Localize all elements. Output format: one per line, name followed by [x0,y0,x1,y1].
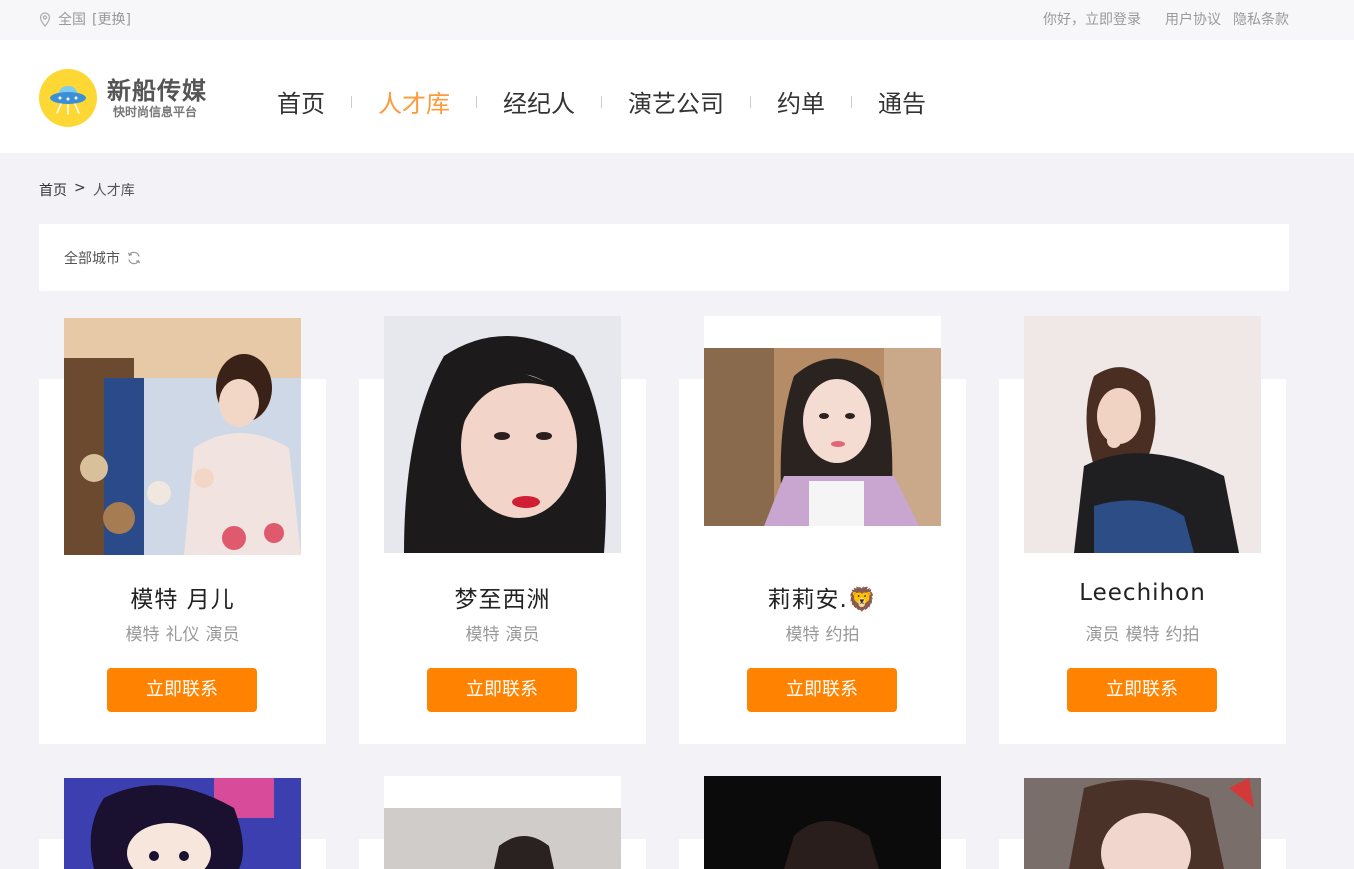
location-text: 全国 [58,12,86,28]
nav-divider [476,95,477,108]
talent-name[interactable]: 模特 月儿 [39,580,326,614]
contact-button[interactable]: 立即联系 [107,668,257,712]
talent-photo[interactable] [384,776,621,869]
talent-tag: 模特 [1125,625,1160,645]
talent-photo[interactable] [704,316,941,553]
talent-tag: 模特 [785,625,820,645]
main-nav: 首页 人才库 经纪人 演艺公司 约单 通告 [277,84,926,119]
talent-tags: 模特 约拍 [679,620,966,645]
contact-button[interactable]: 立即联系 [427,668,577,712]
talent-tag: 演员 [205,625,240,645]
main-header: 新船传媒 快时尚信息平台 首页 人才库 经纪人 演艺公司 约单 通告 [0,40,1354,153]
logo-slogan: 快时尚信息平台 [113,105,198,119]
talent-photo[interactable] [64,318,301,555]
talent-tag: 演员 [505,625,540,645]
talent-tags: 演员 模特 约拍 [999,620,1286,645]
talent-photo[interactable] [704,776,941,869]
talent-name[interactable]: 梦至西洲 [359,580,646,614]
nav-divider [750,95,751,108]
location-pin-icon [39,11,51,27]
nav-company[interactable]: 演艺公司 [628,84,724,119]
contact-button[interactable]: 立即联系 [1067,668,1217,712]
ufo-logo-icon [39,69,97,127]
contact-button[interactable]: 立即联系 [747,668,897,712]
talent-photo[interactable] [64,778,301,869]
talent-photo[interactable] [1024,778,1261,869]
breadcrumb: 首页 > 人才库 [39,180,135,200]
nav-divider [351,95,352,108]
change-location-link[interactable]: [更换] [92,9,131,29]
breadcrumb-current: 人才库 [92,183,135,199]
talent-name[interactable]: 莉莉安.🦁 [679,580,966,614]
talent-tag: 演员 [1085,625,1120,645]
breadcrumb-home[interactable]: 首页 [39,180,67,200]
nav-talent[interactable]: 人才库 [378,84,450,119]
nav-divider [601,95,602,108]
talent-tags: 模特 演员 [359,620,646,645]
nav-notices[interactable]: 通告 [878,84,926,119]
talent-photo[interactable] [384,316,621,553]
refresh-icon[interactable] [126,250,142,266]
breadcrumb-separator: > [74,180,86,196]
site-logo[interactable]: 新船传媒 快时尚信息平台 [39,69,207,127]
login-link[interactable]: 你好，立即登录 [1043,9,1141,29]
talent-tags: 模特 礼仪 演员 [39,620,326,645]
talent-tag: 约拍 [825,625,860,645]
all-cities-filter[interactable]: 全部城市 [64,248,142,268]
city-filter-bar: 全部城市 [39,224,1289,291]
all-cities-label: 全部城市 [64,251,120,267]
talent-photo[interactable] [1024,316,1261,553]
privacy-link[interactable]: 隐私条款 [1233,9,1289,29]
nav-orders[interactable]: 约单 [777,84,825,119]
talent-tag: 模特 [465,625,500,645]
top-bar: 全国 [更换] 你好，立即登录 用户协议 隐私条款 [0,0,1354,40]
nav-home[interactable]: 首页 [277,84,325,119]
nav-divider [851,95,852,108]
talent-tag: 模特 [125,625,160,645]
talent-tag: 约拍 [1165,625,1200,645]
talent-name[interactable]: Leechihon [999,580,1286,606]
logo-name: 新船传媒 [107,77,207,105]
talent-tag: 礼仪 [165,625,200,645]
location-selector[interactable]: 全国 [更换] [39,9,131,29]
nav-agent[interactable]: 经纪人 [503,84,575,119]
user-agreement-link[interactable]: 用户协议 [1165,9,1221,29]
